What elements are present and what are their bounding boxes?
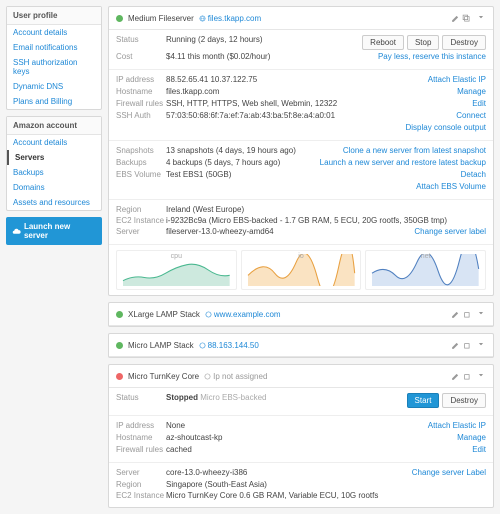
status-dot-running-icon: [116, 311, 123, 318]
sidebar-item-account[interactable]: Account details: [7, 25, 101, 40]
sidebar-item-assets[interactable]: Assets and resources: [7, 195, 101, 210]
server-card-micro-turnkey: Micro TurnKey Core Ip not assigned Statu…: [108, 364, 494, 508]
collapse-toggle[interactable]: [476, 12, 486, 24]
connect-link[interactable]: Connect: [456, 111, 486, 120]
ec2-value: i-9232Bc9a (Micro EBS-backed - 1.7 GB RA…: [166, 216, 486, 225]
main-content: Medium Fileserver files.tkapp.com Status…: [108, 6, 494, 508]
server-card-medium-fileserver: Medium Fileserver files.tkapp.com Status…: [108, 6, 494, 296]
status-dot-running-icon: [116, 15, 123, 22]
sidebar-item-email[interactable]: Email notifications: [7, 40, 101, 55]
globe-icon: [199, 15, 206, 22]
copy-icon[interactable]: [462, 310, 471, 319]
status-value: Running (2 days, 12 hours): [166, 35, 362, 44]
cloud-upload-icon: [12, 227, 21, 236]
pencil-icon[interactable]: [451, 310, 460, 319]
io-chart: io: [241, 250, 362, 290]
detach-link[interactable]: Detach: [461, 170, 486, 179]
restore-link[interactable]: Launch a new server and restore latest b…: [320, 158, 486, 167]
reserve-link[interactable]: Pay less, reserve this instance: [378, 52, 486, 61]
change-label-link[interactable]: Change server label: [414, 227, 486, 236]
ip-value: None: [166, 421, 428, 430]
sidebar-item-domains[interactable]: Domains: [7, 180, 101, 195]
region-value: Ireland (West Europe): [166, 205, 486, 214]
backups-value[interactable]: 4 backups (5 days, 7 hours ago): [166, 158, 320, 167]
server-name: Micro TurnKey Core: [128, 372, 199, 381]
sidebar-item-servers[interactable]: Servers: [7, 150, 101, 165]
edit-fw-link[interactable]: Edit: [472, 99, 486, 108]
change-label-link[interactable]: Change server Label: [412, 468, 486, 477]
sidebar-item-account2[interactable]: Account details: [7, 135, 101, 150]
start-button[interactable]: Start: [407, 393, 440, 408]
destroy-button[interactable]: Destroy: [442, 393, 486, 408]
copy-icon[interactable]: [462, 14, 471, 23]
sidebar: User profile Account details Email notif…: [6, 6, 102, 508]
attach-ebs-link[interactable]: Attach EBS Volume: [416, 182, 486, 191]
manage-link[interactable]: Manage: [457, 87, 486, 96]
destroy-button[interactable]: Destroy: [442, 35, 486, 50]
sidebar-item-backups[interactable]: Backups: [7, 165, 101, 180]
sidebar-section-user: User profile: [7, 7, 101, 25]
cost-value: $4.11 this month ($0.02/hour): [166, 52, 378, 61]
ssh-value: 57:03:50:68:6f:7a:ef:7a:ab:43:ba:5f:8e:a…: [166, 111, 456, 120]
hostname-value[interactable]: az-shoutcast-kp: [166, 433, 457, 442]
pencil-icon[interactable]: [451, 341, 460, 350]
ebs-value[interactable]: Test EBS1 (50GB): [166, 170, 461, 179]
server-name: XLarge LAMP Stack: [128, 310, 200, 319]
firewall-value: SSH, HTTP, HTTPS, Web shell, Webmin, 123…: [166, 99, 472, 108]
firewall-value[interactable]: cached: [166, 445, 472, 454]
edit-fw-link[interactable]: Edit: [472, 445, 486, 454]
sidebar-section-amazon: Amazon account: [7, 117, 101, 135]
server-url-link[interactable]: files.tkapp.com: [199, 14, 261, 23]
server-build-value[interactable]: fileserver-13.0-wheezy-amd64: [166, 227, 414, 236]
sidebar-item-billing[interactable]: Plans and Billing: [7, 94, 101, 109]
status-dot-stopped-icon: [116, 373, 123, 380]
ip-value: 88.52.65.41 10.37.122.75: [166, 75, 428, 84]
pencil-icon[interactable]: [451, 14, 460, 23]
launch-server-button[interactable]: Launch new server: [6, 217, 102, 245]
stop-button[interactable]: Stop: [407, 35, 439, 50]
sidebar-item-ssh[interactable]: SSH authorization keys: [7, 55, 101, 79]
clone-link[interactable]: Clone a new server from latest snapshot: [343, 146, 486, 155]
console-link[interactable]: Display console output: [406, 123, 487, 132]
ip-unassigned: Ip not assigned: [204, 372, 267, 381]
ec2-value: Micro TurnKey Core 0.6 GB RAM, Variable …: [166, 491, 486, 500]
cost-label: Cost: [116, 52, 166, 61]
reboot-button[interactable]: Reboot: [362, 35, 404, 50]
cpu-chart: cpu: [116, 250, 237, 290]
copy-icon[interactable]: [462, 341, 471, 350]
status-label: Status: [116, 35, 166, 44]
server-card-micro-lamp: Micro LAMP Stack 88.163.144.50: [108, 333, 494, 358]
globe-icon: [199, 342, 206, 349]
pencil-icon[interactable]: [451, 372, 460, 381]
copy-icon[interactable]: [462, 372, 471, 381]
server-build-value[interactable]: core-13.0-wheezy-i386: [166, 468, 412, 477]
server-name: Medium Fileserver: [128, 14, 194, 23]
hostname-value: files.tkapp.com: [166, 87, 457, 96]
server-card-xlarge-lamp: XLarge LAMP Stack www.example.com: [108, 302, 494, 327]
collapse-toggle[interactable]: [476, 370, 486, 382]
globe-icon: [205, 311, 212, 318]
manage-link[interactable]: Manage: [457, 433, 486, 442]
expand-toggle[interactable]: [476, 308, 486, 320]
snapshots-value[interactable]: 13 snapshots (4 days, 19 hours ago): [166, 146, 343, 155]
status-dot-running-icon: [116, 342, 123, 349]
globe-icon: [204, 373, 211, 380]
attach-eip-link[interactable]: Attach Elastic IP: [428, 421, 486, 430]
attach-eip-link[interactable]: Attach Elastic IP: [428, 75, 486, 84]
region-value: Singapore (South-East Asia): [166, 480, 486, 489]
sidebar-item-ddns[interactable]: Dynamic DNS: [7, 79, 101, 94]
expand-toggle[interactable]: [476, 339, 486, 351]
net-chart: net: [365, 250, 486, 290]
server-name: Micro LAMP Stack: [128, 341, 194, 350]
server-url-link[interactable]: 88.163.144.50: [199, 341, 259, 350]
server-url-link[interactable]: www.example.com: [205, 310, 281, 319]
